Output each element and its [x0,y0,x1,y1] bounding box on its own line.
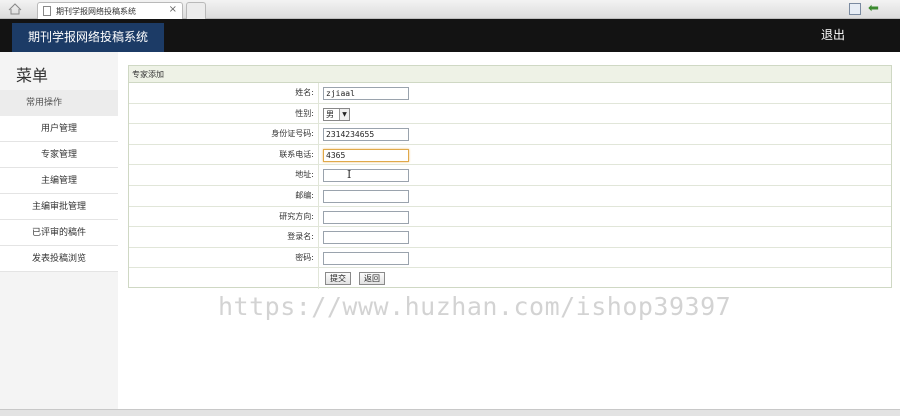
logout-link[interactable]: 退出 [808,19,858,52]
postcode-input[interactable] [323,189,409,203]
text-cursor-icon: I [347,168,352,181]
form-row-research: 研究方向: [129,206,891,228]
expert-add-form: 专家添加 姓名: zjiaal 性别: 男 ▼ 身份证号码: 231423465… [128,65,892,289]
browser-tab-title: 期刊学报网络投稿系统 [56,7,136,16]
app-header: 期刊学报网络投稿系统 [0,19,900,52]
watermark: https://www.huzhan.com/ishop39397 [218,292,732,321]
field-label: 身份证号码: [129,124,319,144]
browser-status-bar [0,409,900,416]
chevron-down-icon[interactable]: ▼ [339,108,349,120]
form-heading: 专家添加 [129,66,891,83]
submit-button[interactable]: 提交 [325,272,351,286]
address-input[interactable] [323,169,409,183]
field-label: 地址: [129,165,319,185]
document-icon [43,6,51,16]
back-button[interactable]: 返回 [359,272,385,286]
gender-select[interactable]: 男 ▼ [323,107,350,121]
form-row-login: 登录名: [129,227,891,248]
field-label: 邮编: [129,185,319,206]
research-direction-input[interactable] [323,210,409,224]
form-row-idcard: 身份证号码: 2314234655 [129,124,891,145]
form-row-password: 密码: [129,247,891,269]
form-row-postcode: 邮编: [129,185,891,207]
field-label: 研究方向: [129,206,319,227]
menu-group-common[interactable]: 常用操作 [0,90,118,116]
form-row-name: 姓名: zjiaal [129,83,891,104]
field-label: 登录名: [129,227,319,247]
browser-toolbar: 期刊学报网络投稿系统 × ⬅ [0,0,900,19]
sidebar-item-editor-approval[interactable]: 主编审批管理 [0,194,118,220]
form-row-phone: 联系电话: 4365 [129,144,891,166]
id-card-input[interactable]: 2314234655 [323,128,409,142]
field-label: 性别: [129,103,319,124]
page-tools-icon[interactable] [849,3,861,15]
form-row-gender: 性别: 男 ▼ [129,103,891,125]
close-icon[interactable]: × [169,4,177,15]
form-row-address: 地址: [129,165,891,186]
home-icon[interactable] [8,3,22,15]
password-input[interactable] [323,251,409,265]
sidebar-item-users[interactable]: 用户管理 [0,116,118,142]
sidebar: 菜单 常用操作 用户管理 专家管理 主编管理 主编审批管理 已评审的稿件 发表投… [0,52,118,416]
sidebar-item-reviewed[interactable]: 已评审的稿件 [0,220,118,246]
login-name-input[interactable] [323,231,409,245]
field-label: 联系电话: [129,144,319,165]
sidebar-item-published[interactable]: 发表投稿浏览 [0,246,118,272]
form-row-actions: 提交 返回 [129,268,891,289]
gender-select-value: 男 [326,109,334,119]
field-label: 密码: [129,247,319,268]
back-arrow-icon[interactable]: ⬅ [868,1,879,17]
sidebar-item-editors[interactable]: 主编管理 [0,168,118,194]
field-label: 姓名: [129,83,319,103]
menu-title: 菜单 [16,66,49,85]
name-input[interactable]: zjiaal [323,87,409,100]
actions-label-cell [129,268,319,289]
new-tab-button[interactable] [186,2,206,19]
app-title: 期刊学报网络投稿系统 [12,23,164,52]
phone-input[interactable]: 4365 [323,148,409,162]
browser-tab[interactable]: 期刊学报网络投稿系统 × [37,2,183,19]
sidebar-item-experts[interactable]: 专家管理 [0,142,118,168]
